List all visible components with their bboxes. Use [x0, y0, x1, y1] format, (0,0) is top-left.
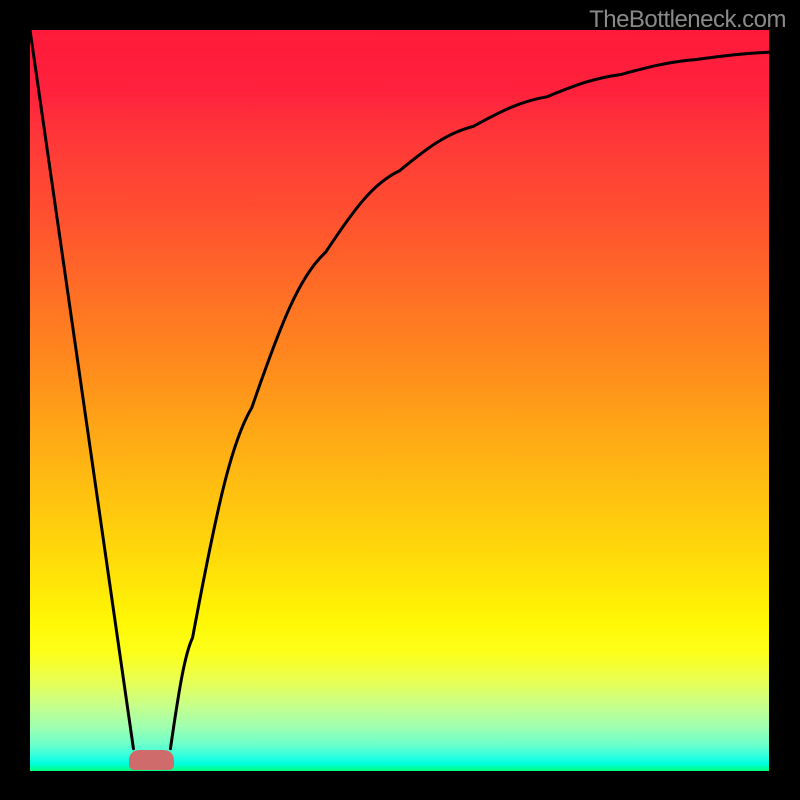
optimal-marker — [129, 750, 174, 770]
left-descent-line — [30, 30, 133, 749]
watermark: TheBottleneck.com — [589, 6, 786, 34]
plot-area — [30, 30, 769, 771]
curve-lines — [30, 30, 769, 771]
right-ascent-curve — [170, 52, 769, 749]
